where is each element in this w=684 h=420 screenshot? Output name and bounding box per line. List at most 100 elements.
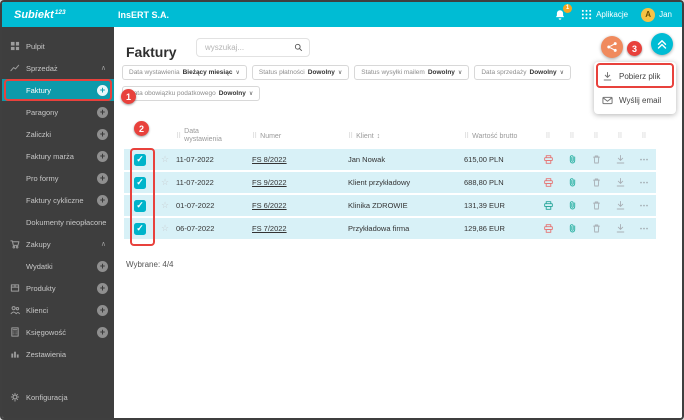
sort-icon[interactable]: ↕ — [377, 133, 381, 140]
attachment-icon[interactable] — [567, 177, 578, 188]
sidebar-item-pulpit[interactable]: Pulpit — [2, 35, 114, 57]
collapse-panel-button[interactable] — [651, 33, 673, 55]
add-accounting-icon[interactable]: + — [97, 326, 108, 338]
add-proforma-icon[interactable]: + — [97, 172, 108, 184]
payment-status-icon[interactable] — [543, 223, 554, 234]
add-client-icon[interactable]: + — [97, 304, 108, 316]
add-margin-invoice-icon[interactable]: + — [97, 150, 108, 162]
menu-item-pobierz-plik[interactable]: Pobierz plik — [594, 64, 676, 88]
sidebar-item-produkty[interactable]: Produkty + — [2, 277, 114, 299]
delete-icon[interactable] — [591, 154, 602, 165]
invoice-number-link[interactable]: FS 7/2022 — [252, 224, 287, 233]
row-checkbox[interactable]: ✓ — [134, 153, 146, 166]
filter-data-sprzedazy[interactable]: Data sprzedaży Dowolny ∨ — [474, 65, 571, 80]
sidebar-item-faktury[interactable]: Faktury + — [2, 79, 114, 101]
column-drag-handle[interactable]: ⠿ — [176, 132, 181, 140]
filter-data-obowiazku[interactable]: Data obowiązku podatkowego Dowolny ∨ — [122, 86, 261, 101]
column-drag-handle[interactable]: ⠿ — [348, 132, 353, 140]
favorite-star-icon[interactable]: ☆ — [161, 154, 169, 165]
add-advance-icon[interactable]: + — [97, 128, 108, 140]
column-header-gross[interactable]: Wartość brutto — [472, 133, 517, 140]
row-checkbox[interactable]: ✓ — [134, 222, 146, 235]
favorite-star-icon[interactable]: ☆ — [161, 223, 169, 234]
chevron-up-icon[interactable]: ∧ — [101, 240, 106, 248]
column-header-date[interactable]: Data wystawienia — [184, 128, 232, 144]
app-logo[interactable]: Subiekt 123 — [14, 2, 66, 27]
search-input[interactable] — [203, 42, 294, 53]
sidebar-item-zestawienia[interactable]: Zestawienia — [2, 343, 114, 365]
menu-item-wyslij-email[interactable]: Wyślij email — [594, 88, 676, 112]
payment-status-icon[interactable] — [543, 200, 554, 211]
invoices-table: ⠿ Data wystawienia ⠿ Numer ⠿ Klient ↕ ⠿ … — [124, 123, 656, 241]
more-actions-icon[interactable]: ⋯ — [640, 154, 649, 165]
column-drag-handle[interactable]: ⠿ — [252, 132, 257, 140]
payment-status-icon[interactable] — [543, 154, 554, 165]
download-icon[interactable] — [615, 177, 626, 188]
delete-icon[interactable] — [591, 200, 602, 211]
favorite-star-icon[interactable]: ☆ — [161, 200, 169, 211]
chevron-up-icon[interactable]: ∧ — [101, 64, 106, 72]
add-receipt-icon[interactable]: + — [97, 106, 108, 118]
column-drag-handle[interactable]: ⠿ — [545, 132, 550, 140]
delete-icon[interactable] — [591, 177, 602, 188]
download-icon[interactable] — [615, 200, 626, 211]
column-drag-handle[interactable]: ⠿ — [593, 132, 598, 140]
column-header-number[interactable]: Numer — [260, 133, 281, 140]
favorite-star-icon[interactable]: ☆ — [161, 177, 169, 188]
brand-name: Subiekt — [14, 8, 54, 21]
attachment-icon[interactable] — [567, 200, 578, 211]
add-recurring-invoice-icon[interactable]: + — [97, 194, 108, 206]
attachment-icon[interactable] — [567, 154, 578, 165]
add-invoice-icon[interactable]: + — [97, 84, 108, 96]
chevron-down-icon: ∨ — [337, 70, 343, 76]
sidebar-item-wydatki[interactable]: Wydatki + — [2, 255, 114, 277]
column-drag-handle[interactable]: ⠿ — [569, 132, 574, 140]
sidebar-item-dokumenty-nieoplacone[interactable]: Dokumenty nieopłacone — [2, 211, 114, 233]
sidebar-item-faktury-marza[interactable]: Faktury marża + — [2, 145, 114, 167]
sidebar-item-zaliczki[interactable]: Zaliczki + — [2, 123, 114, 145]
sidebar-item-ksiegowosc[interactable]: Księgowość + — [2, 321, 114, 343]
add-expense-icon[interactable]: + — [97, 260, 108, 272]
cell-gross: 615,00 PLN — [464, 155, 504, 164]
notifications-button[interactable]: 1 — [554, 3, 573, 22]
table-row: ✓ ☆ 11-07-2022 FS 8/2022 Jan Nowak 615,0… — [124, 149, 656, 172]
column-drag-handle[interactable]: ⠿ — [464, 132, 469, 140]
filters-row-2: Data obowiązku podatkowego Dowolny ∨ — [122, 86, 261, 101]
cell-client: Klinika ZDROWIE — [348, 201, 408, 210]
payment-status-icon[interactable] — [543, 177, 554, 188]
more-actions-icon[interactable]: ⋯ — [640, 200, 649, 211]
download-icon — [603, 71, 612, 80]
download-icon[interactable] — [615, 223, 626, 234]
row-checkbox[interactable]: ✓ — [134, 199, 146, 212]
sidebar-group-zakupy[interactable]: Zakupy ∧ — [2, 233, 114, 255]
row-checkbox[interactable]: ✓ — [134, 176, 146, 189]
column-header-client[interactable]: Klient — [356, 133, 374, 140]
invoice-number-link[interactable]: FS 6/2022 — [252, 201, 287, 210]
more-actions-icon[interactable]: ⋯ — [640, 177, 649, 188]
apps-menu-button[interactable]: Aplikacje — [581, 9, 628, 20]
filter-status-wysylki[interactable]: Status wysyłki mailem Dowolny ∨ — [354, 65, 470, 80]
sidebar-group-sprzedaz[interactable]: Sprzedaż ∧ — [2, 57, 114, 79]
sidebar-item-klienci[interactable]: Klienci + — [2, 299, 114, 321]
app-window: Subiekt 123 InsERT S.A. 1 Aplikacje A Jan… — [0, 0, 684, 420]
attachment-icon[interactable] — [567, 223, 578, 234]
column-drag-handle[interactable]: ⠿ — [617, 132, 622, 140]
sidebar-item-paragony[interactable]: Paragony + — [2, 101, 114, 123]
filters-row-1: Data wystawienia Bieżący miesiąc ∨ Statu… — [122, 65, 571, 80]
download-icon[interactable] — [615, 154, 626, 165]
add-product-icon[interactable]: + — [97, 282, 108, 294]
invoice-number-link[interactable]: FS 8/2022 — [252, 155, 287, 164]
sidebar-item-konfiguracja[interactable]: Konfiguracja — [2, 386, 114, 408]
delete-icon[interactable] — [591, 223, 602, 234]
user-menu[interactable]: A Jan — [641, 7, 672, 22]
filter-data-wystawienia[interactable]: Data wystawienia Bieżący miesiąc ∨ — [122, 65, 247, 80]
share-actions-button[interactable] — [601, 36, 623, 58]
column-drag-handle[interactable]: ⠿ — [641, 132, 646, 140]
double-chevron-up-icon — [657, 40, 667, 49]
sidebar-item-pro-formy[interactable]: Pro formy + — [2, 167, 114, 189]
filter-status-platnosci[interactable]: Status płatności Dowolny ∨ — [251, 65, 350, 80]
topbar: Subiekt 123 InsERT S.A. 1 Aplikacje A Jan — [2, 2, 682, 27]
sidebar-item-faktury-cykliczne[interactable]: Faktury cykliczne + — [2, 189, 114, 211]
more-actions-icon[interactable]: ⋯ — [640, 223, 649, 234]
invoice-number-link[interactable]: FS 9/2022 — [252, 178, 287, 187]
